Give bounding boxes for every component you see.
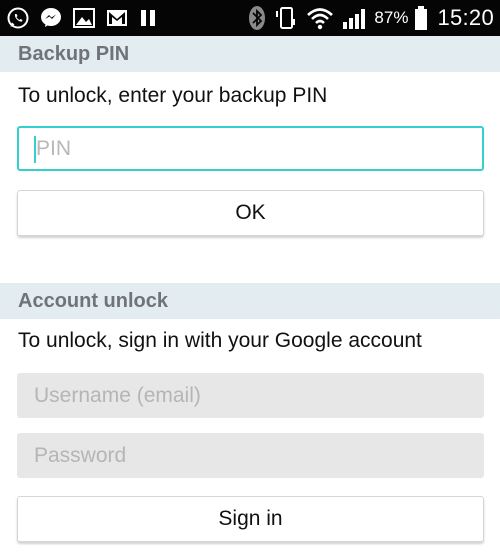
battery-icon: [414, 5, 428, 31]
wifi-icon: [306, 6, 334, 30]
battery-percent: 87%: [374, 8, 409, 27]
text-cursor: [34, 136, 36, 163]
signal-icon: [342, 6, 368, 30]
username-input[interactable]: [17, 373, 484, 418]
messenger-icon: [39, 6, 63, 30]
gmail-icon: [105, 7, 129, 29]
bluetooth-icon: [248, 5, 266, 31]
password-input[interactable]: [17, 433, 484, 478]
gallery-icon: [72, 7, 96, 29]
status-bar: 87% 15:20: [0, 0, 500, 36]
pin-input[interactable]: [17, 126, 484, 171]
account-unlock-instruction: To unlock, sign in with your Google acco…: [18, 329, 422, 352]
backup-pin-instruction: To unlock, enter your backup PIN: [18, 84, 328, 107]
vibrate-icon: [274, 5, 298, 31]
whatsapp-icon: [6, 6, 30, 30]
system-icons: 87% 15:20: [240, 0, 494, 36]
notification-icons: [6, 0, 167, 36]
ok-button[interactable]: OK: [17, 190, 484, 236]
pause-icon: [138, 7, 158, 29]
sign-in-button[interactable]: Sign in: [17, 496, 484, 542]
clock: 15:20: [437, 5, 494, 30]
backup-pin-header: Backup PIN: [0, 36, 500, 72]
account-unlock-header: Account unlock: [0, 283, 500, 319]
